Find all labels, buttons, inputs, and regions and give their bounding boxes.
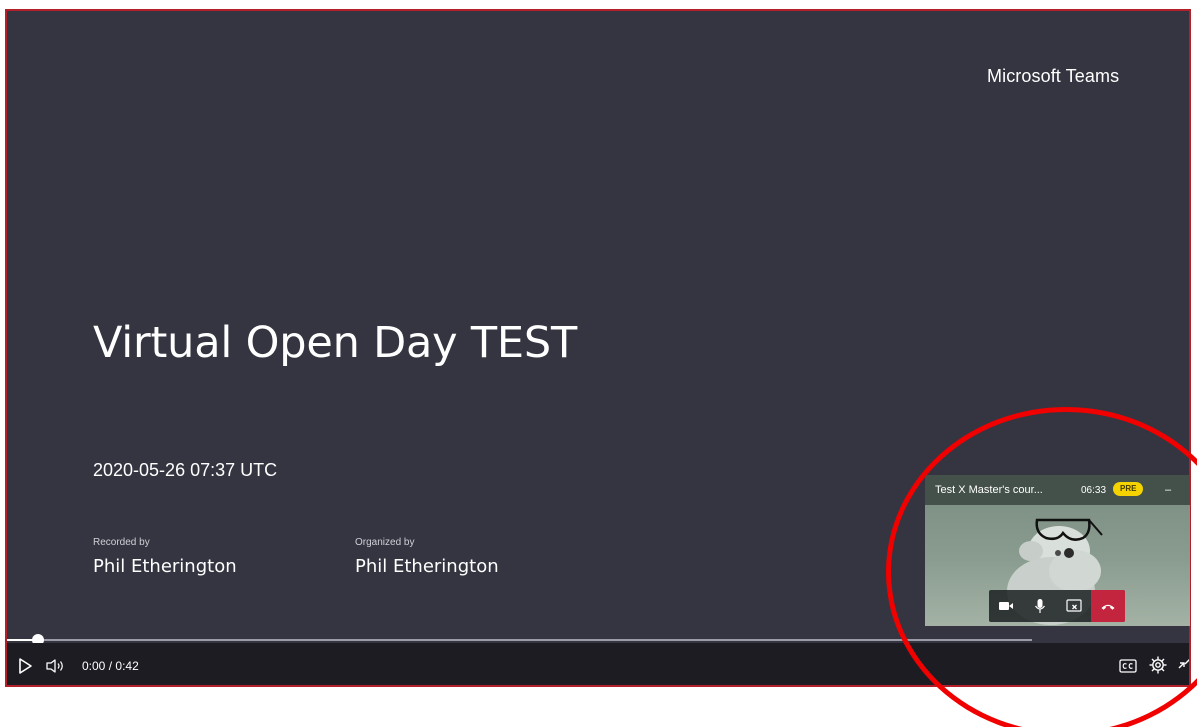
collapse-button[interactable] — [1175, 655, 1189, 675]
volume-button[interactable] — [45, 657, 67, 675]
video-camera-icon — [999, 602, 1013, 610]
volume-icon — [46, 659, 63, 673]
time-display: 0:00 / 0:42 — [82, 659, 139, 673]
pre-badge: PRE — [1113, 482, 1144, 496]
control-bar: 0:00 / 0:42 — [7, 643, 1189, 685]
duration: 0:42 — [115, 659, 139, 673]
current-time: 0:00 — [82, 659, 106, 673]
recording-datetime: 2020-05-26 07:37 UTC — [93, 460, 278, 480]
meeting-controls — [989, 590, 1125, 622]
recording-title: Virtual Open Day TEST — [93, 318, 578, 368]
share-screen-button[interactable] — [1057, 590, 1091, 622]
time-separator: / — [108, 659, 113, 673]
microphone-button[interactable] — [1023, 590, 1057, 622]
meeting-title[interactable]: Test X Master's cour... — [935, 484, 1043, 496]
closed-captions-icon — [1119, 659, 1137, 673]
share-screen-icon — [1066, 599, 1082, 612]
settings-button[interactable] — [1148, 655, 1168, 675]
camera-button[interactable] — [989, 590, 1023, 622]
page: Microsoft Teams Virtual Open Day TEST 20… — [0, 0, 1197, 727]
mini-meeting-header: Test X Master's cour... 06:33 PRE – — [925, 475, 1190, 505]
gear-icon — [1149, 656, 1167, 674]
play-icon — [19, 658, 32, 674]
play-button[interactable] — [17, 657, 35, 675]
captions-button[interactable] — [1119, 658, 1137, 673]
minimize-button[interactable]: – — [1165, 484, 1171, 496]
organized-by-name: Phil Etherington — [355, 556, 499, 577]
progress-bar[interactable] — [7, 634, 1032, 646]
collapse-icon — [1178, 659, 1189, 669]
mini-meeting-panel[interactable]: Test X Master's cour... 06:33 PRE – — [925, 475, 1190, 626]
brand-label: Microsoft Teams — [987, 66, 1120, 86]
meeting-elapsed: 06:33 — [1081, 485, 1107, 496]
recorded-by-name: Phil Etherington — [93, 556, 237, 577]
organized-by-label: Organized by — [355, 537, 415, 548]
recorded-by-label: Recorded by — [93, 537, 150, 548]
hang-up-icon — [1101, 604, 1115, 610]
hang-up-button[interactable] — [1091, 590, 1125, 622]
microphone-icon — [1035, 599, 1045, 613]
